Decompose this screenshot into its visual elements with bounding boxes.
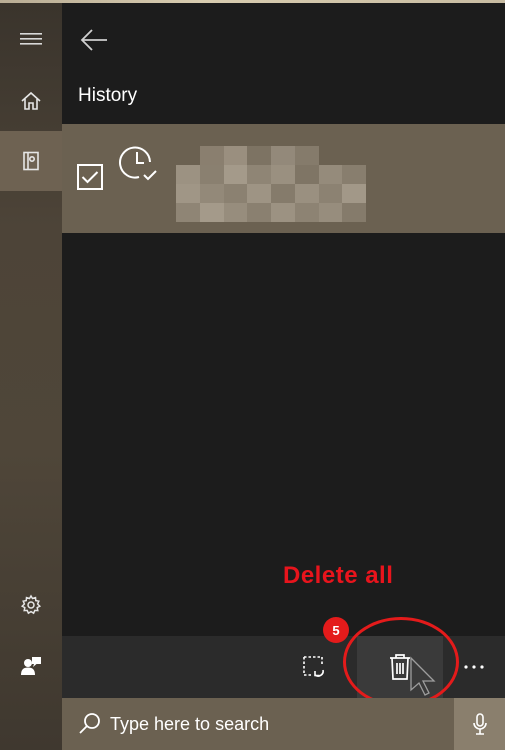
notebook-icon (23, 151, 39, 171)
sidebar-item-notebook[interactable] (0, 131, 62, 191)
back-arrow-icon (80, 29, 107, 51)
microphone-button[interactable] (454, 698, 505, 750)
select-undo-icon (303, 656, 324, 677)
history-item-checkbox[interactable] (77, 164, 103, 190)
back-button[interactable] (76, 23, 112, 57)
microphone-icon (472, 713, 487, 735)
hamburger-menu-button[interactable] (0, 9, 62, 69)
page-title: History (78, 85, 138, 106)
bottom-toolbar (62, 636, 505, 698)
sidebar-item-settings[interactable] (0, 575, 62, 635)
clock-check-icon (119, 146, 157, 181)
step-badge: 5 (323, 617, 349, 643)
home-icon (21, 91, 41, 110)
history-list-item[interactable] (62, 124, 505, 233)
blurred-history-text (176, 146, 366, 222)
sidebar-item-feedback[interactable] (0, 636, 62, 696)
checkmark-icon (81, 171, 99, 184)
search-input[interactable] (110, 698, 450, 750)
sidebar-item-home[interactable] (0, 71, 62, 131)
annotation-label: Delete all (283, 562, 394, 589)
sidebar-rail (0, 3, 62, 750)
taskbar-search (62, 698, 505, 750)
undo-selection-button[interactable] (288, 636, 340, 698)
search-icon (79, 713, 100, 734)
mouse-cursor-icon (410, 656, 436, 696)
more-icon (464, 665, 484, 669)
gear-icon (20, 594, 42, 615)
more-options-button[interactable] (452, 636, 496, 698)
hamburger-icon (20, 33, 42, 45)
feedback-icon (21, 657, 41, 675)
